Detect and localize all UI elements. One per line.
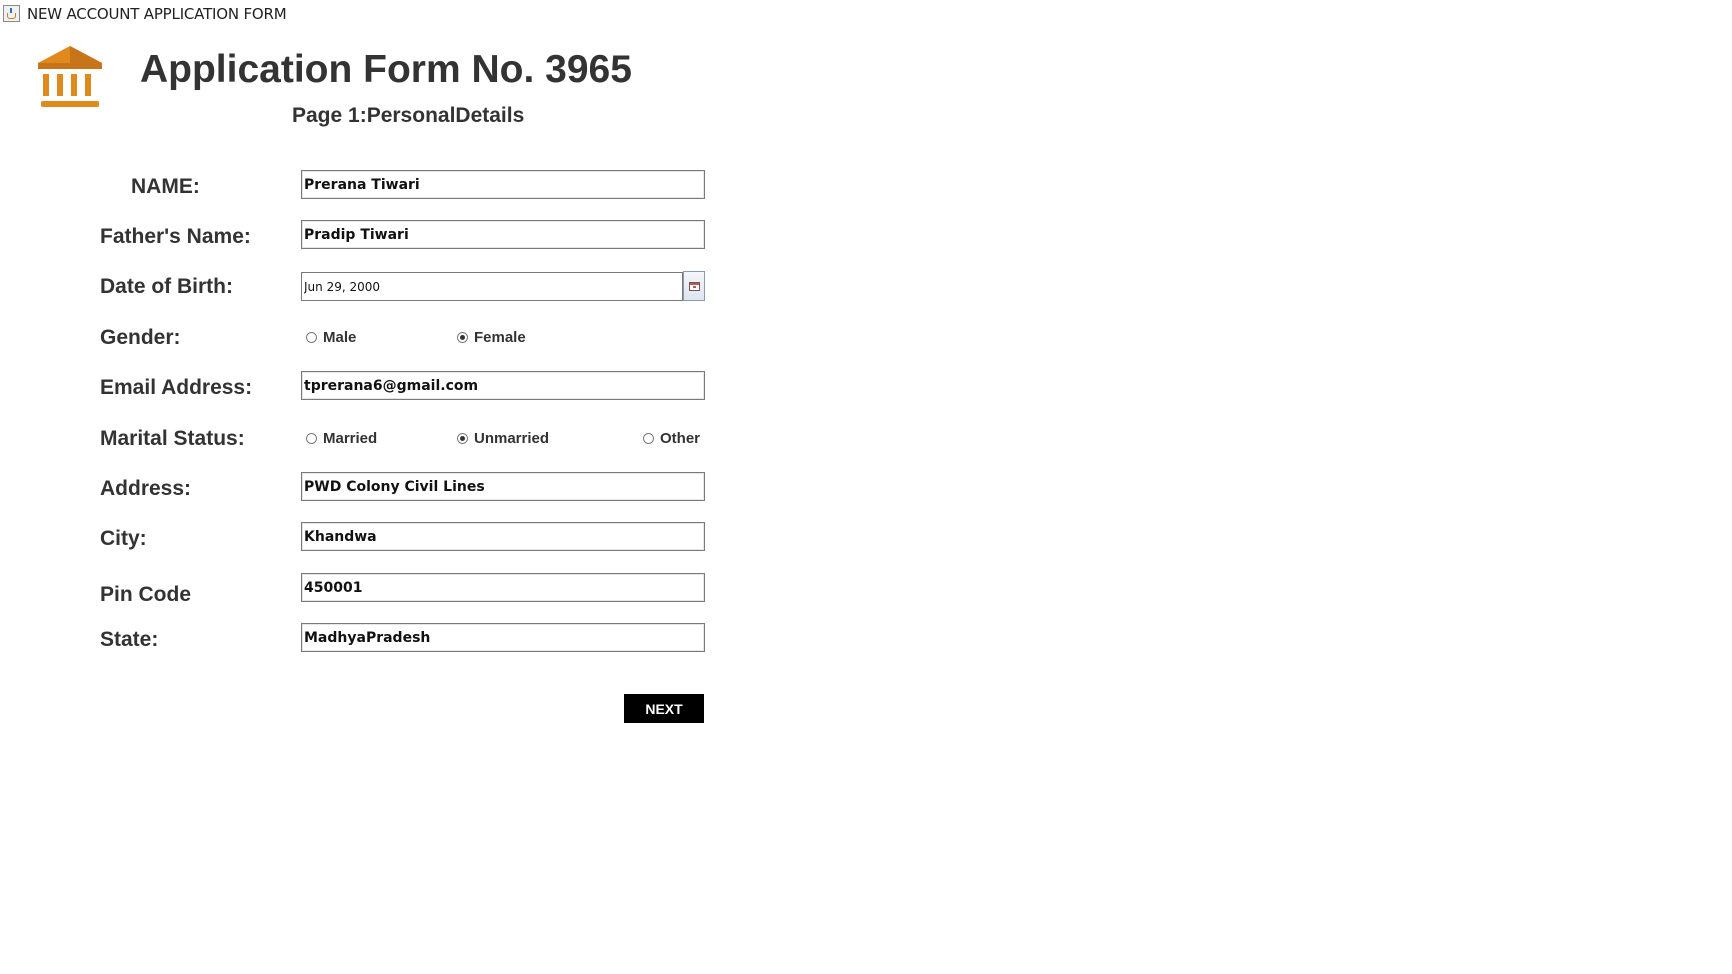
window-title: NEW ACCOUNT APPLICATION FORM [27,5,287,23]
next-button[interactable]: NEXT [624,694,704,723]
marital-unmarried-label: Unmarried [474,430,550,447]
name-input[interactable] [301,170,705,199]
dob-label: Date of Birth: [100,275,233,298]
page-subtitle: Page 1:PersonalDetails [292,104,525,127]
father-name-input[interactable] [301,220,705,249]
father-name-label: Father's Name: [100,225,251,248]
java-app-icon [3,5,20,22]
gender-male-radio[interactable]: Male [306,329,356,346]
marital-status-label: Marital Status: [100,427,245,450]
address-input[interactable] [301,472,705,501]
name-label: NAME: [131,175,200,198]
gender-male-label: Male [323,329,357,346]
email-input[interactable] [301,371,705,400]
radio-indicator [457,332,468,343]
state-input[interactable] [301,623,705,652]
form-title: Application Form No. 3965 [140,48,632,91]
radio-indicator [306,433,317,444]
marital-other-label: Other [660,430,701,447]
application-window: NEW ACCOUNT APPLICATION FORM Application… [0,0,1732,974]
radio-indicator [457,433,468,444]
dob-input[interactable] [301,272,683,301]
bank-building-icon [38,46,102,107]
radio-indicator [306,332,317,343]
gender-label: Gender: [100,326,181,349]
email-label: Email Address: [100,376,253,399]
city-input[interactable] [301,522,705,551]
gender-female-radio[interactable]: Female [457,329,526,346]
radio-indicator [643,433,654,444]
date-picker-button[interactable] [683,271,705,301]
marital-other-radio[interactable]: Other [643,430,700,447]
marital-unmarried-radio[interactable]: Unmarried [457,430,549,447]
pin-code-label: Pin Code [100,583,192,606]
marital-married-label: Married [323,430,378,447]
marital-married-radio[interactable]: Married [306,430,377,447]
city-label: City: [100,527,147,550]
calendar-icon [689,282,700,291]
address-label: Address: [100,477,192,500]
pin-code-input[interactable] [301,573,705,602]
state-label: State: [100,628,159,651]
gender-female-label: Female [474,329,526,346]
